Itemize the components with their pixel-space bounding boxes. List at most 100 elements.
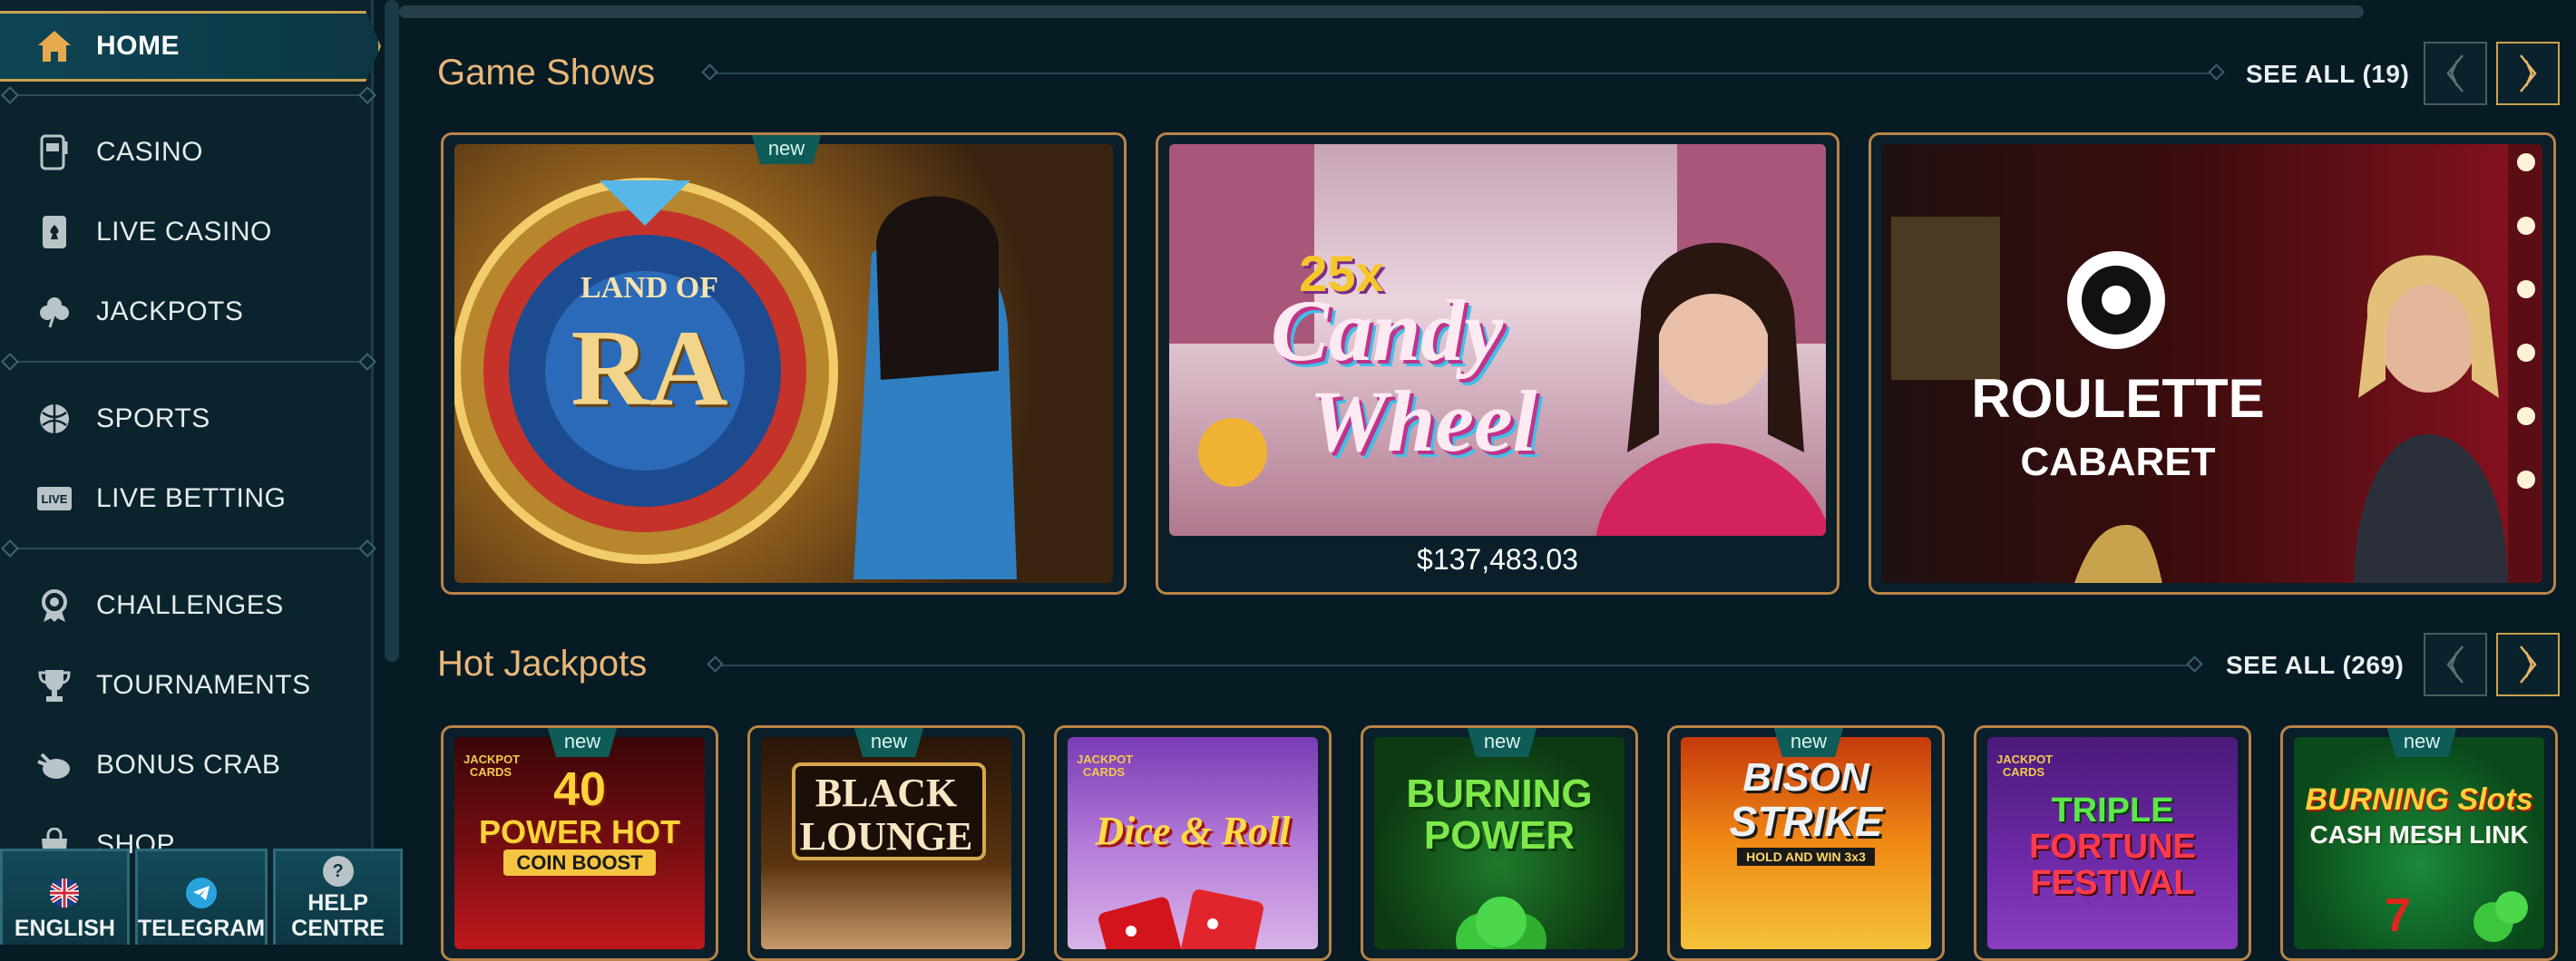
sidebar-item-challenges[interactable]: CHALLENGES (0, 569, 363, 642)
game-card-triple-fortune-festival[interactable]: JACKPOT CARDS TRIPLE FORTUNE FESTIVAL (1974, 725, 2251, 961)
game-card-black-lounge[interactable]: BLACK LOUNGE new (747, 725, 1025, 961)
game-thumbnail: 25x Candy Wheel (1169, 144, 1826, 536)
see-all-hot-jackpots[interactable]: SEE ALL (269) (2226, 651, 2404, 680)
chevron-right-icon (2520, 54, 2537, 92)
game-title-line: LAND OF (580, 271, 719, 305)
sidebar-item-bonus-crab[interactable]: BONUS CRAB (0, 729, 363, 801)
language-button[interactable]: ENGLISH (0, 849, 130, 945)
svg-text:LIVE: LIVE (42, 492, 68, 506)
sidebar-item-label: CHALLENGES (96, 590, 284, 620)
game-card-dice-and-roll[interactable]: JACKPOT CARDS Dice & Roll (1054, 725, 1332, 961)
game-card-bison-strike[interactable]: BISON STRIKE HOLD AND WIN 3x3 new (1667, 725, 1945, 961)
sidebar-item-label: LIVE BETTING (96, 483, 287, 513)
game-title-line: CABARET (2020, 440, 2216, 484)
next-arrow-button[interactable] (2496, 42, 2560, 105)
sidebar-item-label: LIVE CASINO (96, 217, 272, 247)
game-title-line: CASH MESH LINK (2309, 820, 2529, 849)
sidebar-bottom-buttons: ENGLISH TELEGRAM ? HELP CENTRE (0, 849, 403, 945)
clover-icon (36, 294, 73, 330)
game-thumbnail: JACKPOT CARDS TRIPLE FORTUNE FESTIVAL (1987, 737, 2238, 949)
top-scrollbar[interactable] (399, 5, 2364, 18)
brand-label: JACKPOT CARDS (1077, 752, 1134, 779)
title-divider (701, 63, 2225, 81)
game-card-burning-power[interactable]: BURNING POWER new (1361, 725, 1638, 961)
game-thumbnail: BISON STRIKE HOLD AND WIN 3x3 (1681, 737, 1931, 949)
brand-label: JACKPOT CARDS (1996, 752, 2054, 779)
sidebar-item-live-betting[interactable]: LIVE LIVE BETTING (0, 462, 363, 535)
sidebar-item-home[interactable]: HOME (0, 11, 381, 82)
svg-text:7: 7 (2385, 889, 2411, 942)
game-card-40-power-hot[interactable]: JACKPOT CARDS 40 POWER HOT COIN BOOST ne… (441, 725, 718, 961)
sidebar-item-live-casino[interactable]: LIVE CASINO (0, 196, 363, 268)
game-title-line: FESTIVAL (2030, 864, 2195, 902)
game-title-line: Dice & Roll (1095, 809, 1291, 853)
uk-flag-icon (49, 878, 80, 908)
sidebar-scrollbar[interactable] (385, 0, 399, 662)
help-label: HELP CENTRE (291, 890, 385, 941)
home-icon (36, 28, 73, 64)
game-thumbnail: JACKPOT CARDS Dice & Roll (1068, 737, 1318, 949)
playing-card-icon (36, 214, 73, 250)
game-card-burning-slots-cash-mesh-link[interactable]: BURNING Slots CASH MESH LINK 7 new (2280, 725, 2558, 961)
game-title-line: FORTUNE (2029, 828, 2196, 866)
chevron-right-icon (2520, 646, 2537, 684)
divider (7, 361, 366, 363)
chevron-left-icon (2446, 54, 2464, 92)
section-title-hot-jackpots: Hot Jackpots (437, 644, 648, 684)
live-icon: LIVE (36, 480, 73, 517)
game-title-line: BISON (1742, 755, 1869, 800)
game-title-line: Wheel (1309, 373, 1537, 470)
badge-icon (36, 587, 73, 624)
game-title-line: HOLD AND WIN 3x3 (1737, 848, 1875, 866)
see-all-game-shows[interactable]: SEE ALL (19) (2246, 60, 2409, 89)
new-badge: new (854, 728, 924, 757)
language-label: ENGLISH (14, 916, 115, 941)
telegram-icon (186, 878, 217, 908)
sidebar-item-label: JACKPOTS (96, 296, 244, 326)
telegram-button[interactable]: TELEGRAM (134, 849, 268, 945)
game-card-land-of-ra[interactable]: LAND OF RA new (441, 132, 1127, 595)
game-title-line: POWER (1423, 813, 1576, 858)
jackpot-amount: $137,483.03 (1169, 536, 1826, 583)
game-title-line: TRIPLE (2051, 791, 2174, 830)
game-title-line: BLACK (815, 771, 958, 815)
game-title-line: Candy (1270, 282, 1504, 379)
prev-arrow-button[interactable] (2424, 42, 2487, 105)
game-thumbnail: ROULETTE CABARET (1882, 144, 2542, 583)
title-divider (707, 655, 2203, 673)
game-thumbnail: LAND OF RA (454, 144, 1113, 583)
game-title-line: ROULETTE (1971, 368, 2265, 429)
game-thumbnail: BURNING POWER (1374, 737, 1625, 949)
game-title-line: BURNING (1406, 772, 1593, 816)
sidebar-item-label: BONUS CRAB (96, 750, 281, 780)
new-badge: new (547, 728, 618, 757)
sidebar-item-tournaments[interactable]: TOURNAMENTS (0, 649, 363, 722)
game-title-line: RA (571, 307, 728, 428)
sidebar-item-label: HOME (96, 31, 180, 61)
new-badge: new (2386, 728, 2457, 757)
new-badge: new (751, 135, 822, 164)
game-thumbnail: BURNING Slots CASH MESH LINK 7 (2294, 737, 2544, 949)
help-centre-button[interactable]: ? HELP CENTRE (273, 849, 403, 945)
chevron-left-icon (2446, 646, 2464, 684)
section-title-game-shows: Game Shows (437, 53, 656, 92)
divider (7, 548, 366, 549)
next-arrow-button[interactable] (2496, 633, 2560, 696)
help-icon: ? (322, 856, 354, 887)
sidebar-item-label: CASINO (96, 137, 204, 167)
game-title-line: COIN BOOST (503, 849, 656, 876)
sidebar-item-label: TOURNAMENTS (96, 670, 311, 700)
crab-icon (36, 747, 73, 783)
game-card-roulette-cabaret[interactable]: ROULETTE CABARET (1869, 132, 2556, 595)
new-badge: new (1773, 728, 1844, 757)
prev-arrow-button[interactable] (2424, 633, 2487, 696)
sidebar: HOME CASINO LIVE CASINO JACKPOTS SPORTS … (0, 0, 381, 945)
sidebar-item-jackpots[interactable]: JACKPOTS (0, 276, 363, 348)
game-thumbnail: JACKPOT CARDS 40 POWER HOT COIN BOOST (454, 737, 705, 949)
game-thumbnail: BLACK LOUNGE (761, 737, 1011, 949)
divider (7, 94, 366, 96)
game-card-candy-wheel[interactable]: 25x Candy Wheel $137,483.03 (1156, 132, 1839, 595)
sidebar-item-sports[interactable]: SPORTS (0, 383, 363, 455)
sidebar-item-casino[interactable]: CASINO (0, 116, 363, 189)
slot-machine-icon (36, 134, 73, 170)
